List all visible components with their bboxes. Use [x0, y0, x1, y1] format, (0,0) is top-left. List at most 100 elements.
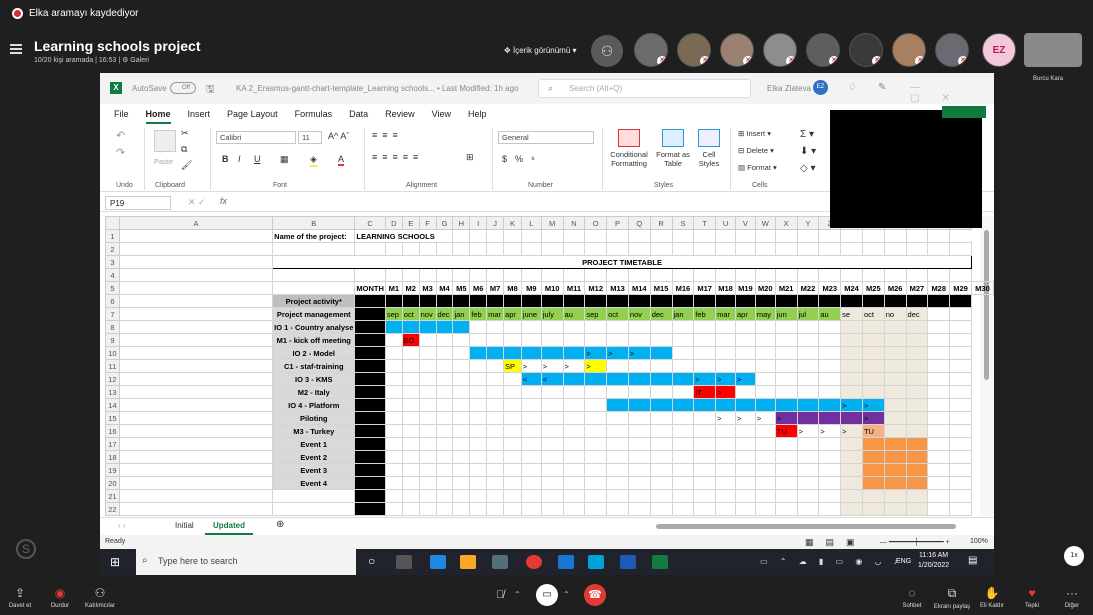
gantt-cell[interactable] — [715, 333, 736, 347]
gantt-cell[interactable] — [734, 450, 756, 464]
gantt-cell[interactable] — [796, 450, 820, 464]
menu-file[interactable]: File — [114, 104, 129, 124]
gantt-cell[interactable] — [905, 359, 929, 373]
cell[interactable] — [486, 489, 505, 503]
gantt-cell[interactable] — [734, 385, 756, 399]
gantt-cell[interactable] — [774, 398, 798, 412]
gantt-cell[interactable] — [905, 437, 929, 451]
gantt-cell[interactable] — [774, 450, 798, 464]
gantt-cell[interactable] — [606, 320, 629, 334]
cell[interactable] — [354, 242, 386, 256]
cell[interactable] — [905, 502, 929, 516]
gantt-cell[interactable] — [861, 385, 885, 399]
column-header[interactable]: P — [606, 216, 629, 230]
header-band[interactable] — [452, 294, 471, 308]
month-code[interactable]: M30 — [970, 281, 995, 295]
gantt-label[interactable]: > — [840, 398, 863, 412]
black-column[interactable] — [354, 411, 386, 425]
gantt-cell[interactable] — [861, 437, 885, 451]
gantt-cell[interactable] — [486, 450, 505, 464]
cell[interactable] — [861, 229, 885, 243]
cell[interactable] — [774, 229, 798, 243]
gantt-cell[interactable] — [627, 450, 651, 464]
gantt-cell[interactable] — [469, 437, 488, 451]
cell[interactable] — [118, 268, 274, 282]
gantt-cell[interactable] — [818, 450, 842, 464]
gantt-cell[interactable] — [649, 346, 673, 360]
gantt-cell[interactable] — [401, 424, 420, 438]
cell[interactable] — [540, 242, 564, 256]
column-header[interactable]: W — [754, 216, 776, 230]
gantt-label[interactable]: se — [840, 307, 863, 321]
gantt-cell[interactable] — [520, 476, 542, 490]
cell[interactable] — [452, 489, 471, 503]
gantt-cell[interactable] — [486, 437, 505, 451]
gantt-cell[interactable] — [606, 476, 629, 490]
skype-icon[interactable] — [588, 555, 604, 569]
gantt-cell[interactable] — [649, 411, 673, 425]
gantt-cell[interactable] — [486, 320, 505, 334]
cell[interactable] — [540, 229, 564, 243]
fill-color-icon[interactable]: ◈ — [310, 154, 317, 167]
gantt-cell[interactable] — [927, 333, 951, 347]
delete-cells-button[interactable]: ⊟ Delete ▾ — [738, 146, 774, 155]
gantt-cell[interactable] — [649, 398, 673, 412]
column-header[interactable]: G — [435, 216, 454, 230]
cell[interactable] — [540, 502, 564, 516]
gantt-cell[interactable] — [418, 424, 437, 438]
gantt-cell[interactable] — [384, 346, 403, 360]
cell[interactable] — [715, 268, 736, 282]
project-name-label[interactable]: Name of the project: — [272, 229, 356, 243]
column-header[interactable]: X — [774, 216, 798, 230]
gantt-cell[interactable] — [774, 463, 798, 477]
gantt-cell[interactable] — [606, 450, 629, 464]
gantt-cell[interactable] — [818, 411, 842, 425]
cell[interactable] — [435, 502, 454, 516]
cell[interactable] — [905, 242, 929, 256]
cell[interactable] — [520, 229, 542, 243]
column-header[interactable]: K — [503, 216, 522, 230]
react-button[interactable]: ♥ Tepki — [1020, 586, 1044, 609]
gantt-cell[interactable] — [627, 398, 651, 412]
gantt-label[interactable]: apr — [503, 307, 522, 321]
cell[interactable] — [584, 268, 608, 282]
gantt-cell[interactable] — [584, 437, 608, 451]
cell[interactable] — [562, 489, 586, 503]
undo-icon[interactable]: ↶ — [116, 129, 125, 142]
sheet-tab-initial[interactable]: Initial — [175, 521, 194, 530]
black-column[interactable] — [354, 359, 386, 373]
cell[interactable] — [354, 489, 386, 503]
gantt-cell[interactable] — [693, 463, 717, 477]
month-code[interactable]: M16 — [671, 281, 695, 295]
mail-icon[interactable] — [558, 555, 574, 569]
header-band[interactable] — [796, 294, 820, 308]
gantt-cell[interactable] — [840, 463, 863, 477]
gantt-cell[interactable] — [649, 372, 673, 386]
gantt-cell[interactable] — [754, 463, 776, 477]
month-code[interactable]: M28 — [927, 281, 951, 295]
gantt-cell[interactable] — [861, 463, 885, 477]
month-code[interactable]: M23 — [818, 281, 842, 295]
gantt-cell[interactable] — [774, 437, 798, 451]
gantt-cell[interactable] — [927, 385, 951, 399]
project-name-value[interactable]: LEARNING SCHOOLS — [354, 229, 454, 243]
menu-review[interactable]: Review — [385, 104, 415, 124]
gantt-cell[interactable] — [840, 385, 863, 399]
paste-icon[interactable] — [154, 130, 176, 152]
gantt-label[interactable]: > — [584, 359, 608, 373]
gantt-cell[interactable] — [627, 333, 651, 347]
activity-name[interactable]: IO 3 - KMS — [272, 372, 356, 386]
avatar[interactable]: ✕ — [892, 33, 926, 67]
gantt-cell[interactable] — [562, 463, 586, 477]
cell[interactable] — [774, 242, 798, 256]
cell[interactable] — [401, 502, 420, 516]
gantt-cell[interactable] — [671, 450, 695, 464]
edge-icon[interactable] — [430, 555, 446, 569]
cell[interactable] — [905, 489, 929, 503]
cell[interactable] — [452, 242, 471, 256]
gantt-label[interactable]: jan — [452, 307, 471, 321]
header-band[interactable] — [840, 294, 863, 308]
windows-start-icon[interactable]: ⊞ — [110, 555, 120, 569]
activity-name[interactable]: Project management — [272, 307, 356, 321]
header-band[interactable] — [861, 294, 885, 308]
